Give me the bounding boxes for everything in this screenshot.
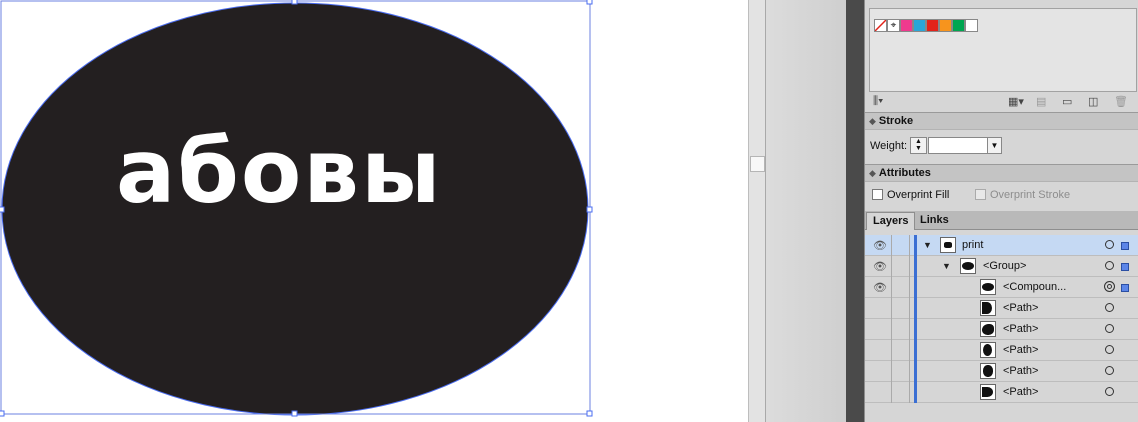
- weight-dropdown-button[interactable]: ▼: [987, 137, 1002, 154]
- layer-thumbnail: [980, 384, 996, 400]
- new-swatch-icon[interactable]: ◫: [1088, 95, 1098, 108]
- document-icon[interactable]: ▤: [1036, 95, 1046, 108]
- weight-label: Weight:: [870, 140, 908, 152]
- layer-color-bar: [914, 361, 917, 382]
- layer-color-bar: [914, 319, 917, 340]
- layer-color-bar: [914, 256, 917, 277]
- layer-name[interactable]: <Group>: [983, 260, 1026, 272]
- stroke-panel-title: Stroke: [878, 115, 914, 127]
- weight-stepper[interactable]: ▲ ▼: [910, 137, 927, 154]
- target-circle-icon[interactable]: [1105, 366, 1114, 375]
- scrollbar-thumb[interactable]: [750, 156, 765, 172]
- swatch-row: ⌖: [874, 19, 978, 32]
- overprint-stroke-label: Overprint Stroke: [990, 189, 1071, 201]
- layer-color-bar: [914, 382, 917, 403]
- layer-name[interactable]: <Path>: [1003, 323, 1038, 335]
- panel-dock-edge: [846, 0, 864, 422]
- overprint-stroke-checkbox[interactable]: [975, 189, 986, 200]
- layer-name[interactable]: <Path>: [1003, 344, 1038, 356]
- attributes-panel-header[interactable]: ◆ Attributes: [865, 164, 1138, 182]
- layer-row-print[interactable]: 👁 ▼ print: [865, 235, 1138, 256]
- stroke-panel-header[interactable]: ◆ Stroke: [865, 112, 1138, 130]
- layer-color-bar: [914, 298, 917, 319]
- layer-color-bar: [914, 340, 917, 361]
- swatch-libraries-icon[interactable]: ⫼▾: [873, 95, 883, 108]
- layer-thumbnail: [960, 258, 976, 274]
- layer-thumbnail: [940, 237, 956, 253]
- selection-indicator[interactable]: [1121, 242, 1129, 250]
- layer-row-path[interactable]: <Path>: [865, 361, 1138, 382]
- target-circle-icon[interactable]: [1105, 387, 1114, 396]
- visibility-eye-icon[interactable]: 👁: [871, 260, 889, 273]
- tab-links[interactable]: Links: [914, 212, 955, 230]
- target-circle-icon[interactable]: [1105, 303, 1114, 312]
- target-circle-icon[interactable]: [1104, 281, 1115, 292]
- color-swatch[interactable]: [965, 19, 978, 32]
- color-swatch[interactable]: [939, 19, 952, 32]
- right-panel-dock: ⌖ ⫼▾ ▦▾ ▤ ▭ ◫ 🗑 ◆ Stroke Weight: ▲ ▼ ▼ ◆ At…: [864, 0, 1138, 422]
- disclosure-triangle-icon[interactable]: ▼: [942, 261, 951, 271]
- vertical-scrollbar[interactable]: [748, 0, 766, 422]
- target-circle-icon[interactable]: [1105, 240, 1114, 249]
- layer-row-path[interactable]: <Path>: [865, 319, 1138, 340]
- layer-thumbnail: [980, 363, 996, 379]
- tab-layers[interactable]: Layers: [866, 212, 916, 230]
- layer-name[interactable]: <Path>: [1003, 302, 1038, 314]
- overprint-fill-checkbox[interactable]: [872, 189, 883, 200]
- registration-swatch[interactable]: ⌖: [887, 19, 900, 32]
- color-swatch[interactable]: [900, 19, 913, 32]
- layers-links-tabs: Layers Links: [865, 211, 1138, 230]
- layer-row-path[interactable]: <Path>: [865, 340, 1138, 361]
- layer-thumbnail: [980, 342, 996, 358]
- trash-icon[interactable]: 🗑: [1114, 95, 1128, 108]
- document-canvas[interactable]: абовы: [0, 0, 748, 422]
- layer-name[interactable]: print: [962, 239, 983, 251]
- target-circle-icon[interactable]: [1105, 345, 1114, 354]
- selection-indicator[interactable]: [1121, 263, 1129, 271]
- layer-name[interactable]: <Compoun...: [1003, 281, 1066, 293]
- layer-color-bar: [914, 235, 917, 256]
- layer-row-path[interactable]: <Path>: [865, 298, 1138, 319]
- color-swatch[interactable]: [926, 19, 939, 32]
- overprint-fill-label: Overprint Fill: [887, 189, 950, 201]
- pasteboard: [766, 0, 846, 422]
- selection-indicator[interactable]: [1121, 284, 1129, 292]
- layer-thumbnail: [980, 279, 996, 295]
- layer-row-compound[interactable]: 👁 <Compoun...: [865, 277, 1138, 298]
- target-circle-icon[interactable]: [1105, 324, 1114, 333]
- target-circle-icon[interactable]: [1105, 261, 1114, 270]
- layer-color-bar: [914, 277, 917, 298]
- layer-thumbnail: [980, 321, 996, 337]
- swatches-toolbar: ⫼▾ ▦▾ ▤ ▭ ◫ 🗑: [865, 93, 1138, 111]
- layer-row-group[interactable]: 👁 ▼ <Group>: [865, 256, 1138, 277]
- grid-view-icon[interactable]: ▦▾: [1008, 95, 1024, 108]
- color-swatch[interactable]: [913, 19, 926, 32]
- layer-row-path[interactable]: <Path>: [865, 382, 1138, 403]
- collapse-arrows-icon[interactable]: ◆: [869, 116, 876, 126]
- visibility-eye-icon[interactable]: 👁: [871, 281, 889, 294]
- swatch-list[interactable]: ⌖: [869, 8, 1137, 92]
- disclosure-triangle-icon[interactable]: ▼: [923, 240, 932, 250]
- layer-thumbnail: [980, 300, 996, 316]
- none-swatch[interactable]: [874, 19, 887, 32]
- attributes-panel-title: Attributes: [878, 167, 931, 179]
- visibility-eye-icon[interactable]: 👁: [871, 239, 889, 252]
- color-swatch[interactable]: [952, 19, 965, 32]
- layer-name[interactable]: <Path>: [1003, 386, 1038, 398]
- artwork-text[interactable]: абовы: [116, 128, 496, 216]
- folder-icon[interactable]: ▭: [1062, 95, 1072, 108]
- collapse-arrows-icon[interactable]: ◆: [869, 168, 876, 178]
- layer-name[interactable]: <Path>: [1003, 365, 1038, 377]
